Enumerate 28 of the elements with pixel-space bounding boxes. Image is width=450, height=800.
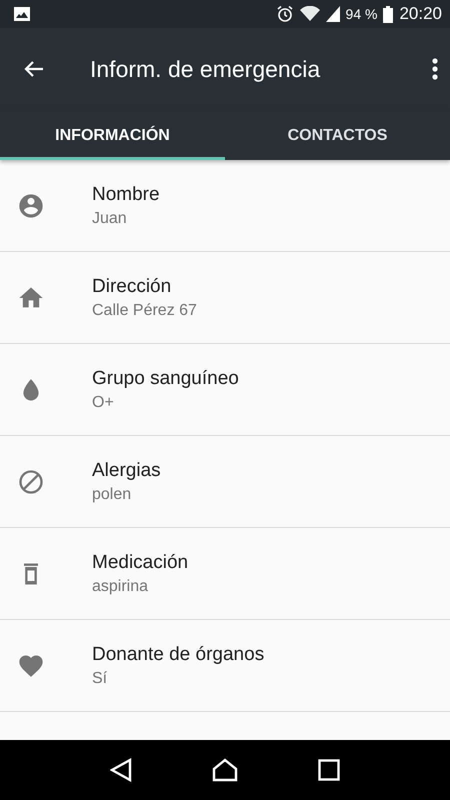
person-icon: [17, 192, 45, 220]
field-label: Alergias: [92, 460, 161, 482]
field-label: Nombre: [92, 184, 160, 206]
recents-icon[interactable]: [318, 759, 340, 781]
clock-time: 20:20: [399, 4, 442, 24]
field-label: Donante de órganos: [92, 644, 264, 666]
back-icon[interactable]: [110, 758, 132, 782]
battery-icon: [383, 6, 394, 22]
field-value: Juan: [92, 210, 128, 228]
tab[interactable]: CONTACTOS: [225, 110, 450, 160]
field-value: polen: [92, 486, 132, 504]
field-value: Calle Pérez 67: [92, 302, 197, 320]
field-label: Grupo sanguíneo: [92, 368, 239, 390]
tab[interactable]: INFORMACIÓN: [0, 110, 225, 160]
field-label: Medicación: [92, 552, 188, 574]
signal-icon: [326, 6, 340, 22]
field-value: Sí: [92, 670, 108, 688]
home-icon[interactable]: [212, 758, 238, 782]
field-label: Dirección: [92, 276, 172, 298]
image-icon: [14, 7, 30, 21]
field-value: O+: [92, 394, 115, 412]
battery-percent: 94 %: [346, 6, 378, 22]
field-value: aspirina: [92, 578, 150, 596]
wifi-icon: [300, 6, 320, 22]
screen-title: Inform. de emergencia: [90, 56, 322, 82]
alarm-icon: [276, 5, 294, 23]
block-icon: [17, 468, 45, 496]
more-options-icon[interactable]: [432, 58, 438, 80]
